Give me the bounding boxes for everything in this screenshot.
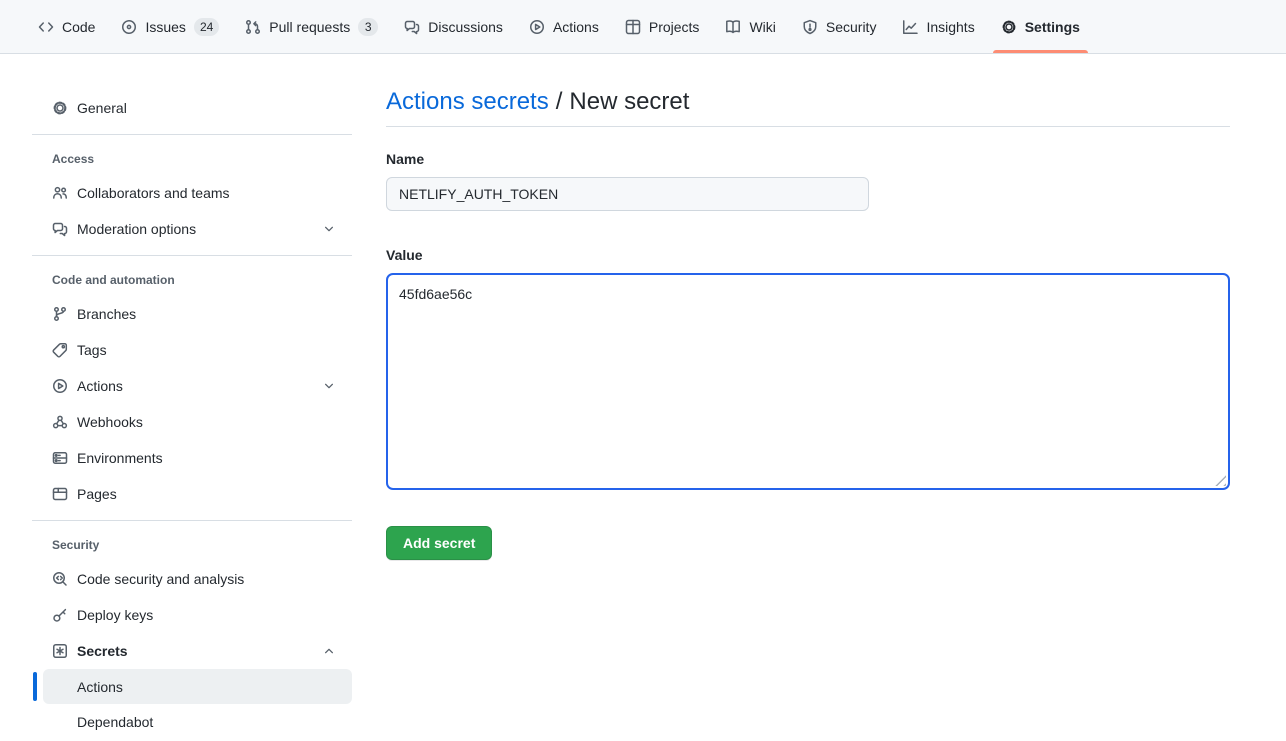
chevron-down-icon	[323, 380, 335, 392]
play-icon	[529, 19, 545, 35]
code-icon	[38, 19, 54, 35]
gear-icon	[52, 100, 68, 116]
tab-label: Wiki	[749, 19, 775, 35]
tab-label: Code	[62, 19, 95, 35]
page-header: Actions secrets /New secret	[386, 87, 1230, 127]
tab-label: Discussions	[428, 19, 503, 35]
actions-secrets-breadcrumb-link[interactable]: Actions secrets	[386, 88, 549, 115]
tab-actions[interactable]: Actions	[519, 0, 609, 53]
tab-label: Actions	[553, 19, 599, 35]
secret-value-textarea[interactable]: 45fd6ae56c	[386, 273, 1230, 490]
add-secret-button[interactable]: Add secret	[386, 526, 492, 560]
sidebar-subitem-secrets-actions[interactable]: Actions	[43, 669, 352, 704]
tab-label: Security	[826, 19, 877, 35]
tab-discussions[interactable]: Discussions	[394, 0, 513, 53]
tab-code[interactable]: Code	[28, 0, 105, 53]
project-icon	[625, 19, 641, 35]
tab-security[interactable]: Security	[792, 0, 887, 53]
tab-label: Pull requests	[269, 19, 350, 35]
tab-projects[interactable]: Projects	[615, 0, 710, 53]
graph-icon	[902, 19, 918, 35]
comment-discussion-icon	[52, 221, 68, 237]
sidebar-item-environments[interactable]: Environments	[32, 440, 352, 476]
codescan-icon	[52, 571, 68, 587]
browser-icon	[52, 486, 68, 502]
sidebar-item-branches[interactable]: Branches	[32, 296, 352, 332]
chevron-up-icon	[323, 645, 335, 657]
settings-sidebar: General Access Collaborators and teams M…	[32, 54, 352, 739]
key-icon	[52, 607, 68, 623]
tab-issues[interactable]: Issues 24	[111, 0, 229, 53]
sidebar-item-webhooks[interactable]: Webhooks	[32, 404, 352, 440]
sidebar-divider	[32, 134, 352, 135]
chevron-down-icon	[323, 223, 335, 235]
people-icon	[52, 185, 68, 201]
main-content: Actions secrets /New secret Name Value 45…	[386, 54, 1230, 560]
play-icon	[52, 378, 68, 394]
comment-discussion-icon	[404, 19, 420, 35]
tab-wiki[interactable]: Wiki	[715, 0, 785, 53]
breadcrumb-separator: /	[556, 88, 563, 115]
sidebar-subitem-secrets-dependabot[interactable]: Dependabot	[43, 704, 352, 739]
sidebar-section-access: Access	[32, 143, 352, 175]
git-pull-request-icon	[245, 19, 261, 35]
book-icon	[725, 19, 741, 35]
webhook-icon	[52, 414, 68, 430]
server-icon	[52, 450, 68, 466]
sidebar-item-collaborators[interactable]: Collaborators and teams	[32, 175, 352, 211]
secret-name-input[interactable]	[386, 177, 869, 211]
page-title: Actions secrets /New secret	[386, 87, 1230, 117]
pull-requests-count-badge: 3	[358, 18, 378, 36]
sidebar-divider	[32, 520, 352, 521]
gear-icon	[1001, 19, 1017, 35]
issues-count-badge: 24	[194, 18, 219, 36]
breadcrumb-current: New secret	[569, 88, 689, 115]
sidebar-section-code-and-automation: Code and automation	[32, 264, 352, 296]
sidebar-item-deploy-keys[interactable]: Deploy keys	[32, 597, 352, 633]
value-field-wrapper: 45fd6ae56c	[386, 273, 1230, 490]
tab-settings[interactable]: Settings	[991, 0, 1090, 53]
sidebar-item-secrets[interactable]: Secrets	[32, 633, 352, 669]
sidebar-section-security: Security	[32, 529, 352, 561]
sidebar-item-code-security[interactable]: Code security and analysis	[32, 561, 352, 597]
sidebar-item-tags[interactable]: Tags	[32, 332, 352, 368]
tab-label: Settings	[1025, 19, 1080, 35]
sidebar-item-moderation-options[interactable]: Moderation options	[32, 211, 352, 247]
key-asterisk-icon	[52, 643, 68, 659]
tab-label: Issues	[145, 19, 185, 35]
tab-label: Projects	[649, 19, 700, 35]
shield-icon	[802, 19, 818, 35]
issue-opened-icon	[121, 19, 137, 35]
sidebar-item-actions[interactable]: Actions	[32, 368, 352, 404]
value-field-label: Value	[386, 247, 1230, 263]
tab-pull-requests[interactable]: Pull requests 3	[235, 0, 388, 53]
tag-icon	[52, 342, 68, 358]
sidebar-item-general[interactable]: General	[32, 90, 352, 126]
repo-tab-bar: Code Issues 24 Pull requests 3 Discussio…	[0, 0, 1286, 54]
git-branch-icon	[52, 306, 68, 322]
tab-label: Insights	[926, 19, 974, 35]
tab-insights[interactable]: Insights	[892, 0, 984, 53]
name-field-label: Name	[386, 151, 1230, 167]
sidebar-item-pages[interactable]: Pages	[32, 476, 352, 512]
sidebar-divider	[32, 255, 352, 256]
